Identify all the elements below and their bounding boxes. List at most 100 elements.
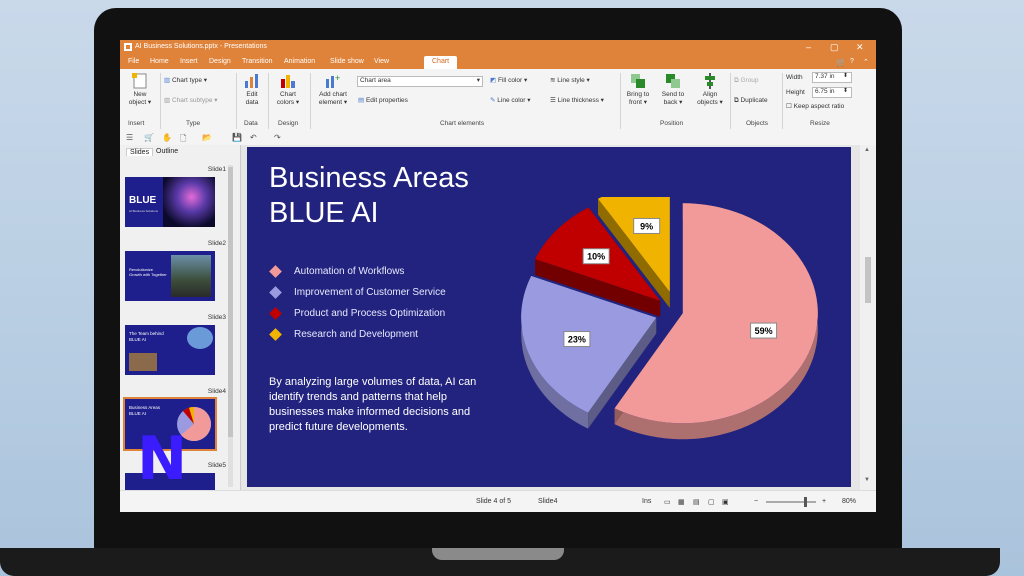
menu-slideshow[interactable]: Slide show bbox=[330, 58, 364, 65]
chart-type-icon: ▥ bbox=[164, 77, 171, 84]
undo-icon[interactable]: ↶ bbox=[250, 133, 257, 142]
app-icon bbox=[124, 43, 132, 51]
normal-view-icon[interactable]: ▭ bbox=[664, 498, 671, 506]
slide-thumbnail-2[interactable]: Revolutionize Growth with Together bbox=[125, 251, 215, 301]
handout-view-icon[interactable]: ▢ bbox=[708, 498, 715, 506]
add-chart-element-button[interactable]: + Add chart element ▾ bbox=[314, 73, 352, 107]
send-to-back-label: Send to back ▾ bbox=[661, 91, 685, 106]
thumb-team-image bbox=[187, 327, 213, 349]
new-object-label: New object ▾ bbox=[128, 91, 152, 106]
menu-design[interactable]: Design bbox=[209, 58, 231, 65]
add-chart-element-icon: + bbox=[326, 73, 340, 88]
minimize-icon[interactable]: – bbox=[806, 42, 811, 52]
new-object-button[interactable]: New object ▾ bbox=[124, 73, 156, 107]
thumb-subtitle: AI Business Solutions bbox=[129, 209, 159, 213]
notes-view-icon[interactable]: ▤ bbox=[693, 498, 700, 506]
tab-slides[interactable]: Slides bbox=[126, 148, 154, 156]
chart-type-label: Chart type ▾ bbox=[171, 77, 208, 84]
diamond-bullet-icon bbox=[269, 328, 282, 341]
editor-scroll-thumb[interactable] bbox=[865, 257, 871, 303]
keep-aspect-checkbox[interactable]: ☐ Keep aspect ratio bbox=[786, 103, 844, 111]
redo-icon[interactable]: ↷ bbox=[274, 133, 281, 142]
new-object-icon bbox=[132, 73, 147, 89]
send-to-back-icon bbox=[666, 74, 680, 88]
separator bbox=[310, 73, 311, 129]
group-label-position: Position bbox=[660, 120, 684, 127]
group-button[interactable]: ⧉ Group bbox=[734, 77, 759, 85]
group-label-objects: Objects bbox=[746, 120, 769, 127]
align-objects-icon bbox=[705, 73, 715, 89]
maximize-icon[interactable]: ▢ bbox=[830, 42, 839, 53]
thumb-text: Business Areas BLUE AI bbox=[129, 405, 161, 416]
chart-subtype-icon: ▥ bbox=[164, 97, 171, 104]
edit-properties-button[interactable]: ▤ Edit properties bbox=[358, 97, 408, 105]
bring-to-front-button[interactable]: Bring to front ▾ bbox=[623, 73, 653, 107]
help-icon[interactable]: ? bbox=[850, 58, 854, 65]
height-spinner-icon[interactable]: ⬍ bbox=[843, 87, 848, 95]
scroll-down-icon[interactable]: ▼ bbox=[864, 477, 870, 483]
pie-data-label: 9% bbox=[633, 217, 661, 234]
zoom-in-icon[interactable]: + bbox=[822, 498, 826, 505]
line-style-label: Line style ▾ bbox=[557, 77, 590, 84]
slideshow-view-icon[interactable]: ▣ bbox=[722, 498, 729, 506]
chart-subtype-button[interactable]: ▥ Chart subtype ▾ bbox=[164, 97, 218, 105]
fill-color-button[interactable]: ◩ Fill color ▾ bbox=[490, 77, 527, 85]
menu-transition[interactable]: Transition bbox=[242, 58, 272, 65]
add-chart-element-label: Add chart element ▾ bbox=[318, 91, 348, 106]
slide-thumbnail-3[interactable]: The Team behind BLUE AI bbox=[125, 325, 215, 375]
slide-thumbnail-1[interactable]: BLUE AI Business Solutions bbox=[125, 177, 215, 227]
cart-icon[interactable]: 🛒 bbox=[144, 133, 154, 142]
editor-scrollbar[interactable]: ▲ ▼ bbox=[860, 145, 876, 490]
chart-colors-button[interactable]: Chart colors ▾ bbox=[272, 73, 304, 107]
zoom-slider[interactable] bbox=[766, 501, 816, 503]
align-objects-button[interactable]: Align objects ▾ bbox=[694, 73, 726, 107]
ribbon-collapse-icon[interactable]: ⌃ bbox=[863, 58, 869, 66]
menu-insert[interactable]: Insert bbox=[180, 58, 198, 65]
n-logo-icon: N bbox=[137, 424, 188, 494]
chart-area-select-value: Chart area bbox=[360, 77, 391, 84]
slide-title[interactable]: Business Areas BLUE AI bbox=[269, 161, 469, 231]
thumb-text: Revolutionize Growth with Together bbox=[129, 267, 167, 277]
edit-data-button[interactable]: Edit data bbox=[240, 73, 264, 107]
hand-icon[interactable]: ✋ bbox=[162, 133, 172, 142]
tab-outline[interactable]: Outline bbox=[156, 148, 178, 155]
line-style-icon: ≋ bbox=[550, 77, 556, 84]
slide-sorter-icon[interactable]: ▦ bbox=[678, 498, 685, 506]
menu-view[interactable]: View bbox=[374, 58, 389, 65]
bullet-text: Product and Process Optimization bbox=[294, 308, 446, 319]
line-style-button[interactable]: ≋ Line style ▾ bbox=[550, 77, 590, 85]
zoom-level[interactable]: 80% bbox=[842, 498, 856, 505]
slide-paragraph[interactable]: By analyzing large volumes of data, AI c… bbox=[269, 375, 494, 435]
slide-canvas: Business Areas BLUE AI Automation of Wor… bbox=[247, 147, 851, 487]
line-thickness-button[interactable]: ☰ Line thickness ▾ bbox=[550, 97, 604, 105]
open-folder-icon[interactable]: 📂 bbox=[202, 133, 212, 142]
menu-animation[interactable]: Animation bbox=[284, 58, 315, 65]
group-label-data: Data bbox=[244, 120, 258, 127]
zoom-out-icon[interactable]: − bbox=[754, 498, 758, 505]
line-color-button[interactable]: ✎ Line color ▾ bbox=[490, 97, 531, 105]
pie-chart[interactable]: 59% 23% 10% 9% bbox=[517, 197, 837, 457]
save-icon[interactable]: 💾 bbox=[232, 133, 242, 142]
thumb-title: BLUE bbox=[129, 195, 157, 206]
duplicate-button[interactable]: ⧉ Duplicate bbox=[734, 97, 768, 105]
insert-mode[interactable]: Ins bbox=[642, 498, 651, 505]
scroll-up-icon[interactable]: ▲ bbox=[864, 147, 870, 153]
thumb-team-image bbox=[129, 353, 157, 371]
edit-data-icon bbox=[245, 74, 258, 88]
menu-chart[interactable]: Chart bbox=[424, 56, 458, 69]
menu-home[interactable]: Home bbox=[150, 58, 169, 65]
chart-area-select[interactable]: Chart area ▾ bbox=[357, 76, 483, 87]
menu-icon[interactable]: ☰ bbox=[126, 133, 133, 142]
send-to-back-button[interactable]: Send to back ▾ bbox=[658, 73, 688, 107]
slide-number: Slide4 bbox=[207, 388, 226, 395]
cart-icon[interactable]: 🛒 bbox=[836, 58, 846, 67]
zoom-slider-thumb[interactable] bbox=[804, 497, 807, 507]
sidebar-scroll-thumb[interactable] bbox=[228, 167, 233, 437]
close-icon[interactable]: ✕ bbox=[856, 42, 864, 53]
thumb-face-image bbox=[163, 177, 215, 227]
menu-file[interactable]: File bbox=[128, 58, 139, 65]
width-spinner-icon[interactable]: ⬍ bbox=[843, 72, 848, 80]
chart-type-button[interactable]: ▥ Chart type ▾ bbox=[164, 77, 207, 85]
line-color-label: Line color ▾ bbox=[497, 97, 531, 104]
line-thickness-icon: ☰ bbox=[550, 97, 556, 104]
